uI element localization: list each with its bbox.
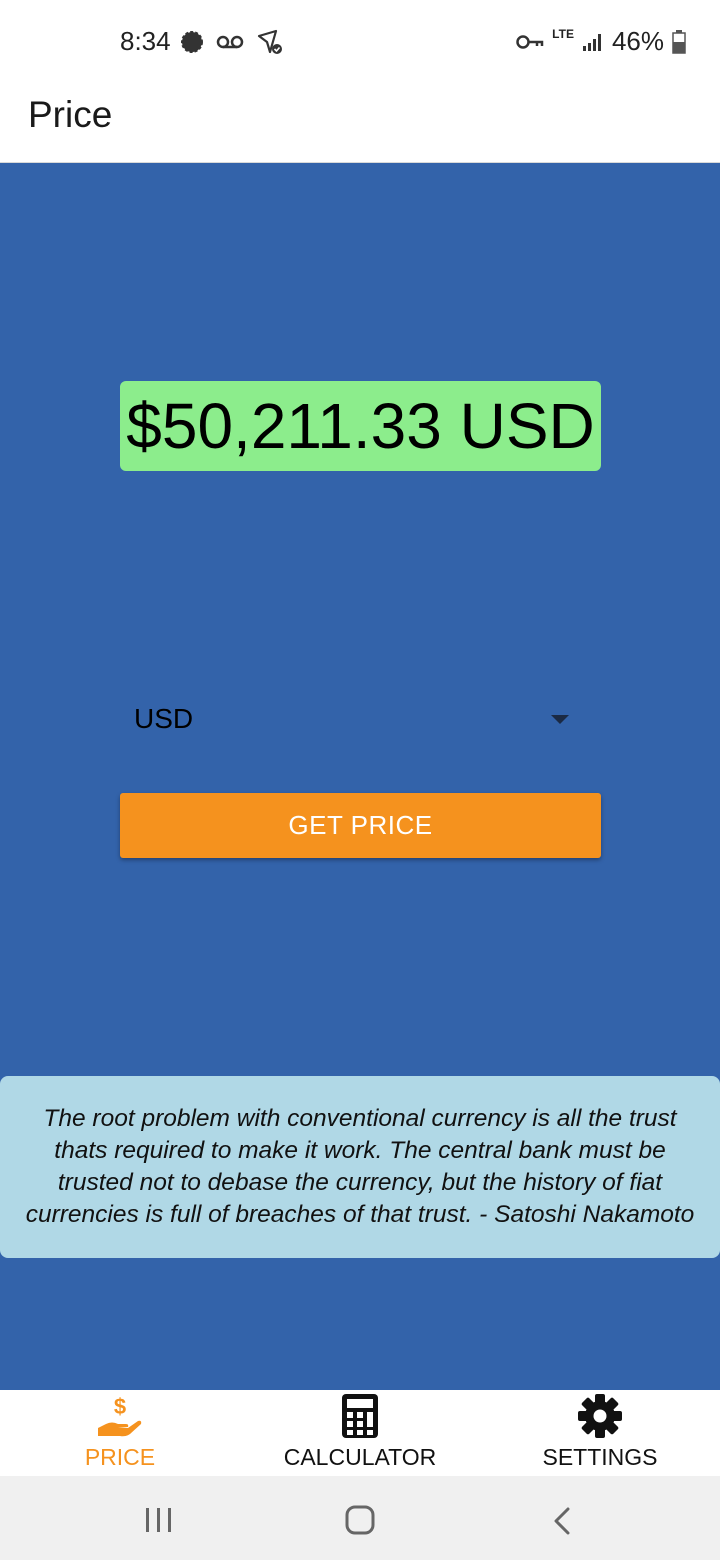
voicemail-icon <box>216 35 244 49</box>
navigation-check-icon <box>257 29 282 54</box>
nav-label-price: PRICE <box>84 1444 156 1470</box>
nav-label-calculator: CALCULATOR <box>283 1444 437 1470</box>
vpn-key-icon <box>516 34 544 49</box>
back-icon[interactable] <box>550 1506 574 1536</box>
calculator-icon <box>342 1394 378 1438</box>
chat-bubble-icon <box>181 31 203 53</box>
page-title: Price <box>28 94 113 135</box>
price-display: $50,211.33 USD <box>120 381 601 471</box>
system-navigation-bar <box>0 1476 720 1560</box>
nav-tab-price[interactable]: $ PRICE <box>0 1390 240 1476</box>
network-type: LTE <box>552 26 574 41</box>
signal-icon <box>582 33 601 51</box>
nav-label-settings: SETTINGS <box>542 1444 658 1470</box>
currency-selected-value: USD <box>134 703 194 734</box>
quote-box: The root problem with conventional curre… <box>0 1076 720 1258</box>
gear-icon <box>578 1394 622 1438</box>
recent-apps-icon[interactable] <box>144 1506 174 1534</box>
get-price-button[interactable]: GET PRICE <box>120 793 601 858</box>
status-time: 8:34 <box>120 26 171 56</box>
nav-tab-settings[interactable]: SETTINGS <box>480 1390 720 1476</box>
nav-tab-calculator[interactable]: CALCULATOR <box>240 1390 480 1476</box>
battery-icon <box>672 29 686 54</box>
svg-text:$: $ <box>114 1394 126 1419</box>
status-bar: 8:34 LTE 46% <box>0 0 720 84</box>
bottom-navigation: $ PRICE CALCULATOR SETTINGS <box>0 1390 720 1476</box>
home-icon[interactable] <box>344 1504 376 1536</box>
status-right: LTE 46% <box>516 26 686 57</box>
hand-dollar-icon: $ <box>98 1394 142 1437</box>
caret-down-icon <box>551 715 569 724</box>
notification-icons <box>180 28 284 56</box>
app-bar: Price <box>0 84 720 163</box>
quote-text: The root problem with conventional curre… <box>25 1105 695 1228</box>
price-value: $50,211.33 USD <box>126 390 595 462</box>
currency-dropdown[interactable]: USD <box>120 693 601 749</box>
battery-percent: 46% <box>611 26 664 56</box>
main-content: $50,211.33 USD USD GET PRICE The root pr… <box>0 163 720 1390</box>
